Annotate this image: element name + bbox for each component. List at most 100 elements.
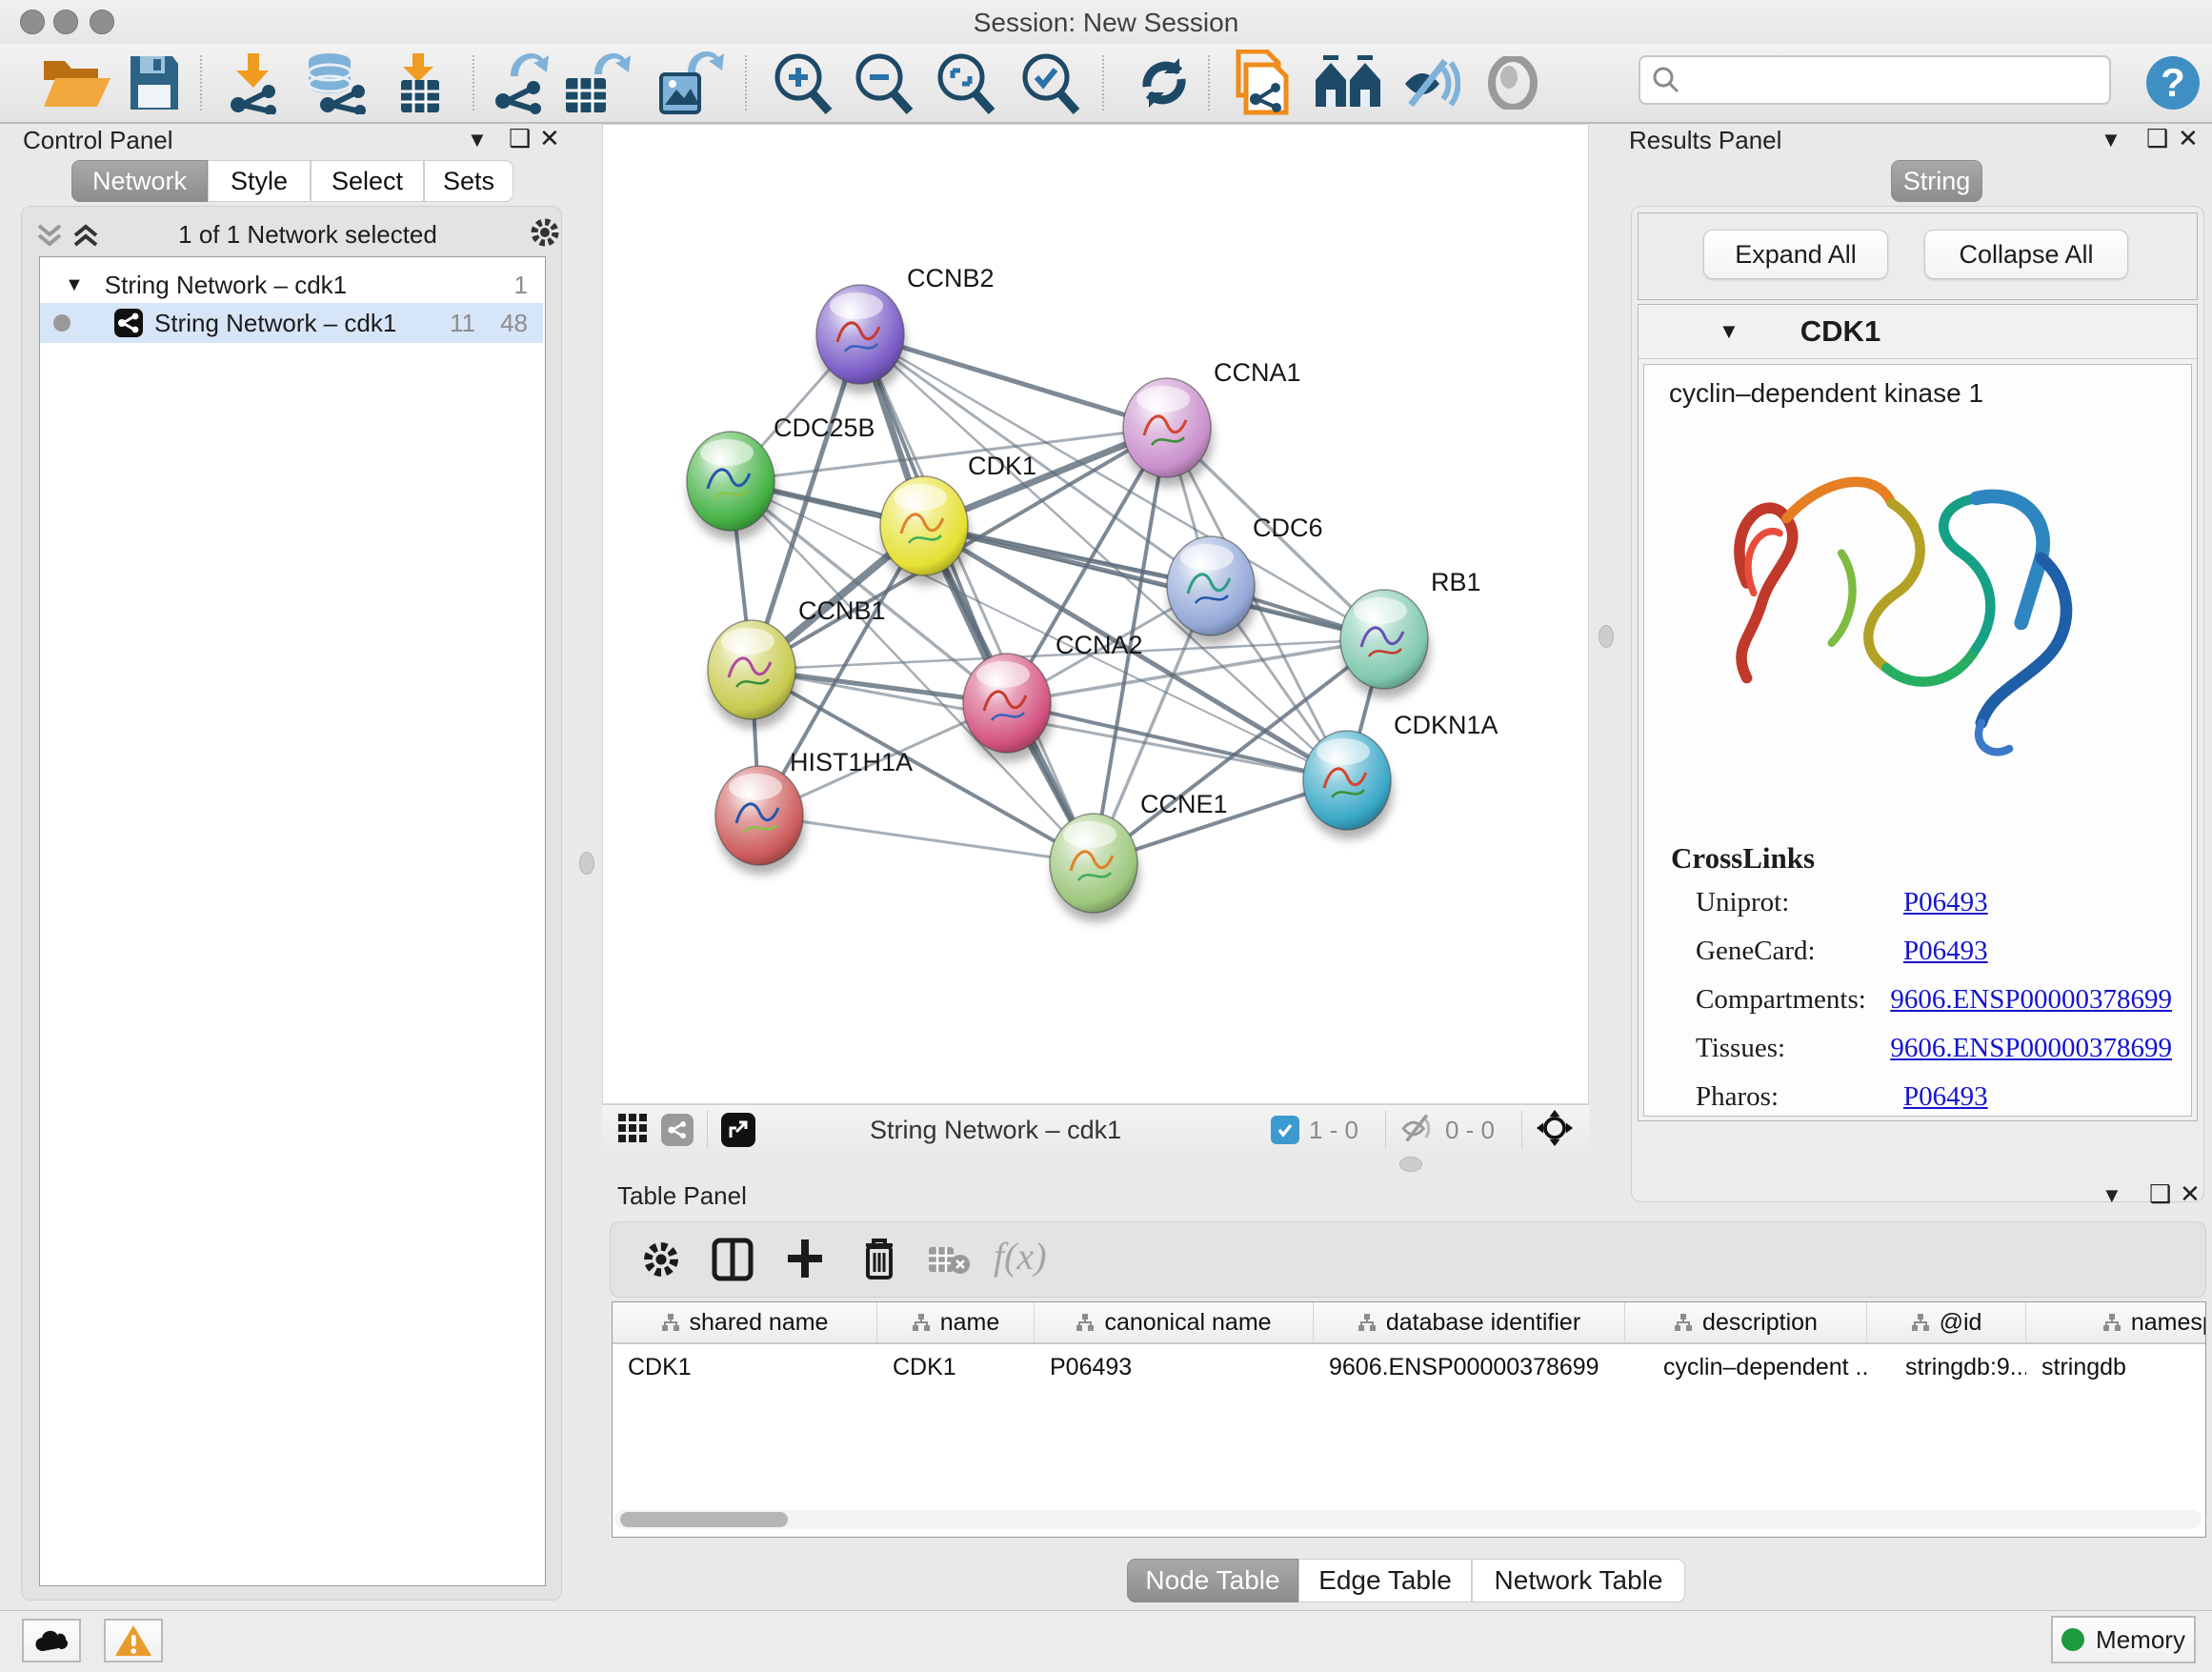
network-node-CDKN1A[interactable] [1303,731,1393,839]
network-canvas[interactable]: CCNB2CCNA1CDC25BCDK1CDC6RB1CCNB1CCNA2CDK… [602,124,1589,1104]
string-style-icon[interactable] [661,1114,694,1146]
network-edge[interactable] [860,334,1094,863]
tab-string[interactable]: String [1891,160,1982,202]
tab-network-table[interactable]: Network Table [1472,1559,1685,1602]
network-node-CDC25B[interactable] [687,432,776,540]
network-node-CDK1[interactable] [880,476,970,585]
network-edge[interactable] [759,816,1094,863]
open-folder-icon[interactable] [36,51,118,114]
column-header-canonical-name[interactable]: canonical name [1035,1302,1314,1342]
export-image-icon[interactable] [654,51,726,114]
network-node-CCNA2[interactable] [963,654,1053,762]
memory-button[interactable]: Memory [2051,1616,2196,1663]
panel-close-icon[interactable]: ✕ [2178,124,2199,153]
fit-crosshair-icon[interactable] [1536,1109,1574,1152]
table-settings-gear-icon[interactable] [641,1239,681,1284]
network-node-CCNE1[interactable] [1050,814,1139,922]
network-node-CDC6[interactable] [1167,536,1257,645]
open-in-window-icon[interactable] [721,1113,755,1147]
network-node-CCNB2[interactable] [816,285,906,393]
table-cell[interactable]: 9606.ENSP00000378699 [1314,1344,1625,1381]
search-field[interactable] [1639,55,2111,105]
crosslink-link[interactable]: P06493 [1903,936,1988,967]
panel-float-icon[interactable]: ❑ [509,124,531,153]
panel-float-icon[interactable]: ❑ [2149,1179,2171,1209]
collapse-all-icon[interactable] [35,222,64,253]
birds-eye-view-icon[interactable] [617,1113,648,1148]
export-network-icon[interactable] [488,51,556,114]
column-header-name[interactable]: name [877,1302,1035,1342]
import-table-icon[interactable] [385,51,455,114]
crosslink-link[interactable]: 9606.ENSP00000378699 [1890,1033,2172,1064]
hide-selected-icon[interactable] [1398,51,1463,114]
tree-row-collection[interactable]: ▼ String Network – cdk1 1 [40,267,543,303]
expand-all-icon[interactable] [71,222,100,253]
table-cell[interactable]: stringdb [2026,1344,2206,1381]
delete-column-icon[interactable] [860,1236,898,1286]
zoom-out-icon[interactable] [847,51,919,114]
panel-close-icon[interactable]: ✕ [2180,1179,2201,1209]
crosslink-link[interactable]: 9606.ENSP00000378699 [1890,984,2172,1016]
table-cell[interactable]: CDK1 [877,1344,1035,1381]
zoom-in-icon[interactable] [766,51,838,114]
tab-network[interactable]: Network [71,160,208,202]
network-node-CCNB1[interactable] [708,620,797,729]
selected-checkbox-icon[interactable] [1271,1116,1299,1144]
tab-style[interactable]: Style [208,160,311,202]
add-column-icon[interactable] [784,1236,826,1286]
network-edge[interactable] [1007,703,1347,780]
panel-menu-icon[interactable]: ▼ [467,128,488,152]
cloud-status-button[interactable] [22,1619,81,1662]
select-columns-icon[interactable] [712,1238,754,1286]
column-header-namespace[interactable]: namespace [2026,1302,2206,1342]
tab-select[interactable]: Select [311,160,424,202]
expand-all-button[interactable]: Expand All [1703,230,1888,279]
table-cell[interactable]: stringdb:9... [1867,1344,2026,1381]
zoom-fit-icon[interactable] [928,51,1004,114]
collapse-all-button[interactable]: Collapse All [1924,230,2128,279]
network-edge[interactable] [860,334,1167,428]
column-header-database-identifier[interactable]: database identifier [1314,1302,1625,1342]
disclosure-triangle-icon[interactable]: ▼ [65,274,84,296]
import-network-database-icon[interactable] [293,51,377,114]
tab-node-table[interactable]: Node Table [1127,1559,1298,1602]
panel-float-icon[interactable]: ❑ [2146,124,2168,153]
warning-status-button[interactable] [104,1619,163,1662]
function-builder-icon[interactable]: f(x) [994,1234,1047,1279]
table-cell[interactable]: cyclin–dependent ... [1625,1344,1867,1381]
left-splitter-handle[interactable] [579,852,594,875]
column-header-description[interactable]: description [1625,1302,1867,1342]
delete-table-icon[interactable] [927,1245,971,1280]
panel-menu-icon[interactable]: ▼ [2101,128,2122,152]
crosslink-link[interactable]: P06493 [1903,887,1988,918]
network-node-HIST1H1A[interactable] [715,766,805,875]
table-row[interactable]: CDK1CDK1P064939606.ENSP00000378699cyclin… [613,1344,2205,1381]
network-node-CCNA1[interactable] [1123,378,1213,487]
hidden-eye-icon[interactable] [1399,1112,1438,1149]
panel-menu-icon[interactable]: ▼ [2101,1183,2122,1208]
tab-edge-table[interactable]: Edge Table [1298,1559,1472,1602]
import-network-icon[interactable] [221,51,292,114]
column-header-shared-name[interactable]: shared name [613,1302,877,1342]
export-table-icon[interactable] [556,51,633,114]
table-cell[interactable]: CDK1 [613,1344,877,1381]
crosslink-link[interactable]: P06493 [1903,1081,1988,1113]
tab-sets[interactable]: Sets [424,160,513,202]
zoom-selected-icon[interactable] [1013,51,1089,114]
network-from-file-icon[interactable] [1229,51,1296,114]
column-header-@id[interactable]: @id [1867,1302,2026,1342]
help-icon[interactable]: ? [2142,51,2204,114]
disclosure-triangle-icon[interactable]: ▼ [1719,319,1739,344]
show-hidden-icon[interactable] [1482,51,1543,114]
search-input[interactable] [1680,65,2094,96]
scrollbar-thumb[interactable] [620,1512,788,1527]
gear-icon[interactable] [529,216,561,253]
table-cell[interactable]: P06493 [1035,1344,1314,1381]
protein-header-row[interactable]: ▼ CDK1 [1639,305,2197,359]
network-edge[interactable] [924,526,1384,639]
horizontal-scrollbar[interactable] [614,1510,2202,1529]
right-splitter-handle[interactable] [1599,625,1614,648]
bottom-splitter-handle[interactable] [1399,1157,1422,1172]
panel-close-icon[interactable]: ✕ [539,124,560,153]
tree-row-network[interactable]: String Network – cdk1 11 48 [40,303,543,343]
